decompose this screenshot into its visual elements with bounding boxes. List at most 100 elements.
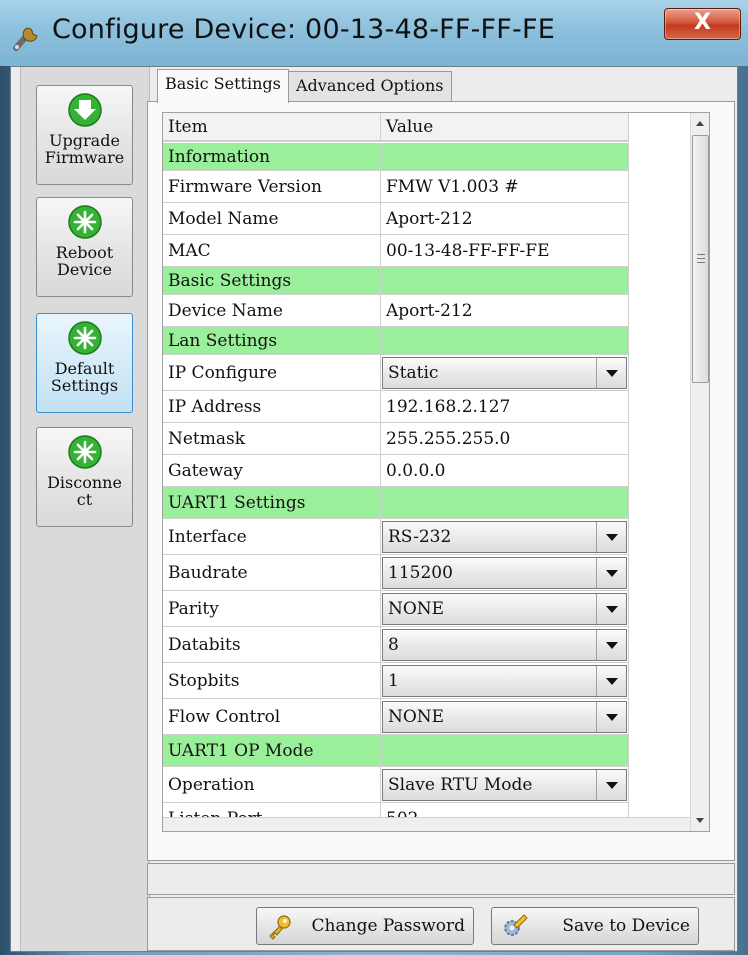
property-row[interactable]: Flow Control NONE (163, 699, 629, 735)
property-row[interactable]: Firmware Version FMW V1.003 # (163, 171, 629, 203)
main-area: Basic Settings Advanced Options Item Val… (147, 67, 737, 951)
vertical-scrollbar[interactable] (690, 113, 709, 831)
value-dropdown[interactable]: 8 (382, 629, 627, 661)
grip-icon (697, 254, 705, 263)
section-row[interactable]: Information (163, 143, 629, 171)
key-icon (269, 915, 291, 940)
dropdown-value: NONE (388, 707, 445, 727)
value-dropdown[interactable]: NONE (382, 701, 627, 733)
property-row[interactable]: Databits 8 (163, 627, 629, 663)
column-header-value[interactable]: Value (381, 113, 629, 141)
scroll-thumb[interactable] (692, 135, 709, 383)
sidebar-button-label: Default Settings (50, 359, 119, 395)
sidebar-button-1[interactable]: Upgrade Firmware (36, 85, 133, 185)
wrench-icon (13, 27, 38, 51)
property-name: Operation (163, 767, 381, 803)
window-title: Configure Device: 00-13-48-FF-FF-FE (52, 14, 555, 45)
chevron-down-icon[interactable] (596, 630, 626, 660)
property-row[interactable]: Netmask 255.255.255.0 (163, 423, 629, 455)
chevron-down-icon[interactable] (596, 666, 626, 696)
property-row[interactable]: Operation Slave RTU Mode (163, 767, 629, 803)
property-name: MAC (163, 235, 381, 267)
asterisk-icon (68, 321, 102, 355)
property-value[interactable]: FMW V1.003 # (381, 171, 629, 203)
chevron-down-icon[interactable] (596, 770, 626, 800)
dropdown-value: Static (388, 363, 439, 383)
side-panel: Upgrade Firmware Reboot Device Default Set… (20, 67, 150, 951)
property-value (381, 487, 629, 519)
property-name: UART1 Settings (163, 487, 381, 519)
value-dropdown[interactable]: Slave RTU Mode (382, 769, 627, 801)
close-icon: X (694, 10, 711, 35)
value-dropdown[interactable]: RS-232 (382, 521, 627, 553)
chevron-down-icon[interactable] (596, 558, 626, 588)
sidebar-button-4[interactable]: Disconne ct (36, 427, 133, 527)
horizontal-scrollbar[interactable] (163, 817, 690, 831)
property-row[interactable]: Gateway 0.0.0.0 (163, 455, 629, 487)
property-name: Information (163, 143, 381, 171)
section-row[interactable]: UART1 OP Mode (163, 735, 629, 767)
property-name: Baudrate (163, 555, 381, 591)
scroll-down-icon[interactable] (691, 809, 709, 831)
sidebar-button-label: Upgrade Firmware (44, 131, 125, 167)
chevron-down-icon[interactable] (596, 358, 626, 388)
value-dropdown[interactable]: Static (382, 357, 627, 389)
property-row[interactable]: Model Name Aport-212 (163, 203, 629, 235)
value-dropdown[interactable]: NONE (382, 593, 627, 625)
property-value[interactable]: 00-13-48-FF-FF-FE (381, 235, 629, 267)
change-password-label: Change Password (311, 916, 465, 936)
property-value[interactable]: Aport-212 (381, 295, 629, 327)
grid-header: Item Value (163, 113, 629, 142)
download-arrow-icon (68, 93, 102, 127)
property-name: Basic Settings (163, 267, 381, 295)
property-name: Databits (163, 627, 381, 663)
property-name: Netmask (163, 423, 381, 455)
property-row[interactable]: Interface RS-232 (163, 519, 629, 555)
property-row[interactable]: IP Configure Static (163, 355, 629, 391)
section-row[interactable]: Basic Settings (163, 267, 629, 295)
section-row[interactable]: UART1 Settings (163, 487, 629, 519)
change-password-button[interactable]: Change Password (256, 907, 474, 945)
property-row[interactable]: Baudrate 115200 (163, 555, 629, 591)
property-value[interactable]: 192.168.2.127 (381, 391, 629, 423)
property-row[interactable]: IP Address 192.168.2.127 (163, 391, 629, 423)
sidebar-button-label: Reboot Device (55, 243, 114, 279)
chevron-down-icon[interactable] (596, 594, 626, 624)
column-header-item[interactable]: Item (163, 113, 381, 141)
save-to-device-button[interactable]: Save to Device (491, 907, 699, 945)
property-value[interactable]: 0.0.0.0 (381, 455, 629, 487)
tab-advanced-options[interactable]: Advanced Options (288, 71, 452, 101)
property-value (381, 267, 629, 295)
value-dropdown[interactable]: 115200 (382, 557, 627, 589)
sidebar-button-label: Disconne ct (47, 473, 122, 509)
property-name: Parity (163, 591, 381, 627)
tab-basic-settings[interactable]: Basic Settings (157, 69, 289, 103)
property-row[interactable]: Stopbits 1 (163, 663, 629, 699)
dropdown-value: NONE (388, 599, 445, 619)
scroll-up-icon[interactable] (691, 113, 709, 135)
property-value (381, 327, 629, 355)
chevron-down-icon[interactable] (596, 702, 626, 732)
property-value (381, 143, 629, 171)
property-value[interactable]: 255.255.255.0 (381, 423, 629, 455)
sidebar-button-2[interactable]: Reboot Device (36, 197, 133, 297)
sidebar-button-3[interactable]: Default Settings (36, 313, 133, 413)
property-row[interactable]: Parity NONE (163, 591, 629, 627)
property-name: Flow Control (163, 699, 381, 735)
value-dropdown[interactable]: 1 (382, 665, 627, 697)
property-row[interactable]: MAC 00-13-48-FF-FF-FE (163, 235, 629, 267)
property-name: Gateway (163, 455, 381, 487)
property-name: Device Name (163, 295, 381, 327)
button-bar: Change Password Save to Device (147, 897, 735, 951)
client-area: Upgrade Firmware Reboot Device Default Set… (10, 66, 738, 952)
property-name: Lan Settings (163, 327, 381, 355)
status-bar (147, 863, 735, 895)
property-name: Stopbits (163, 663, 381, 699)
property-row[interactable]: Device Name Aport-212 (163, 295, 629, 327)
property-grid: Item Value Information Firmware Version FM… (162, 112, 710, 832)
chevron-down-icon[interactable] (596, 522, 626, 552)
close-button[interactable]: X (664, 8, 741, 40)
property-value[interactable]: Aport-212 (381, 203, 629, 235)
property-name: IP Configure (163, 355, 381, 391)
section-row[interactable]: Lan Settings (163, 327, 629, 355)
